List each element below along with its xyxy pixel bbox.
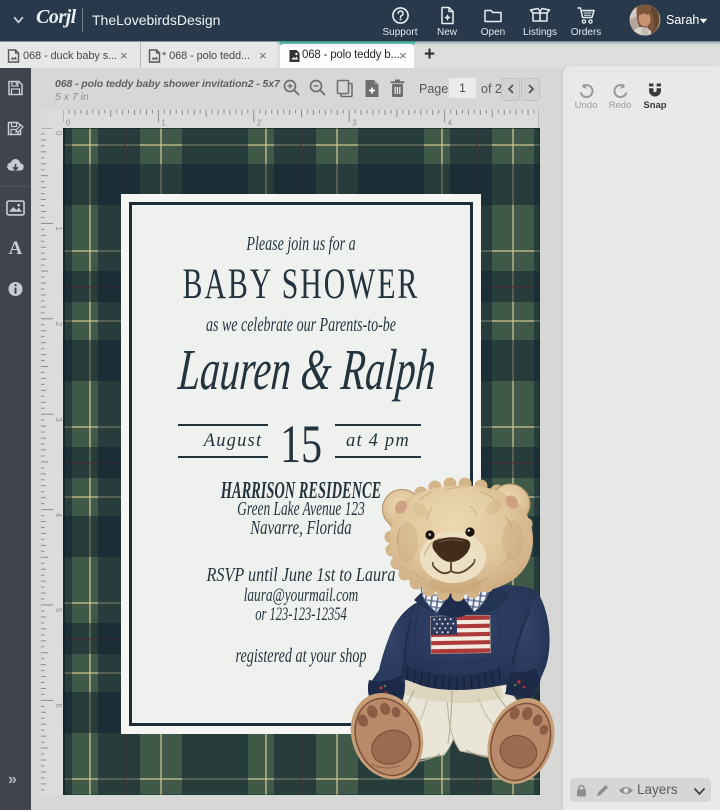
svg-text:1: 1 [161, 119, 166, 128]
svg-text:4: 4 [448, 119, 453, 128]
svg-text:2: 2 [54, 322, 63, 327]
svg-text:3: 3 [352, 119, 357, 128]
svg-text:2: 2 [257, 119, 262, 128]
svg-text:0: 0 [54, 131, 63, 136]
svg-text:4: 4 [54, 513, 63, 518]
svg-text:6: 6 [54, 703, 63, 708]
svg-text:0: 0 [66, 119, 71, 128]
svg-text:5: 5 [54, 608, 63, 613]
svg-text:1: 1 [54, 226, 63, 231]
svg-text:3: 3 [54, 417, 63, 422]
